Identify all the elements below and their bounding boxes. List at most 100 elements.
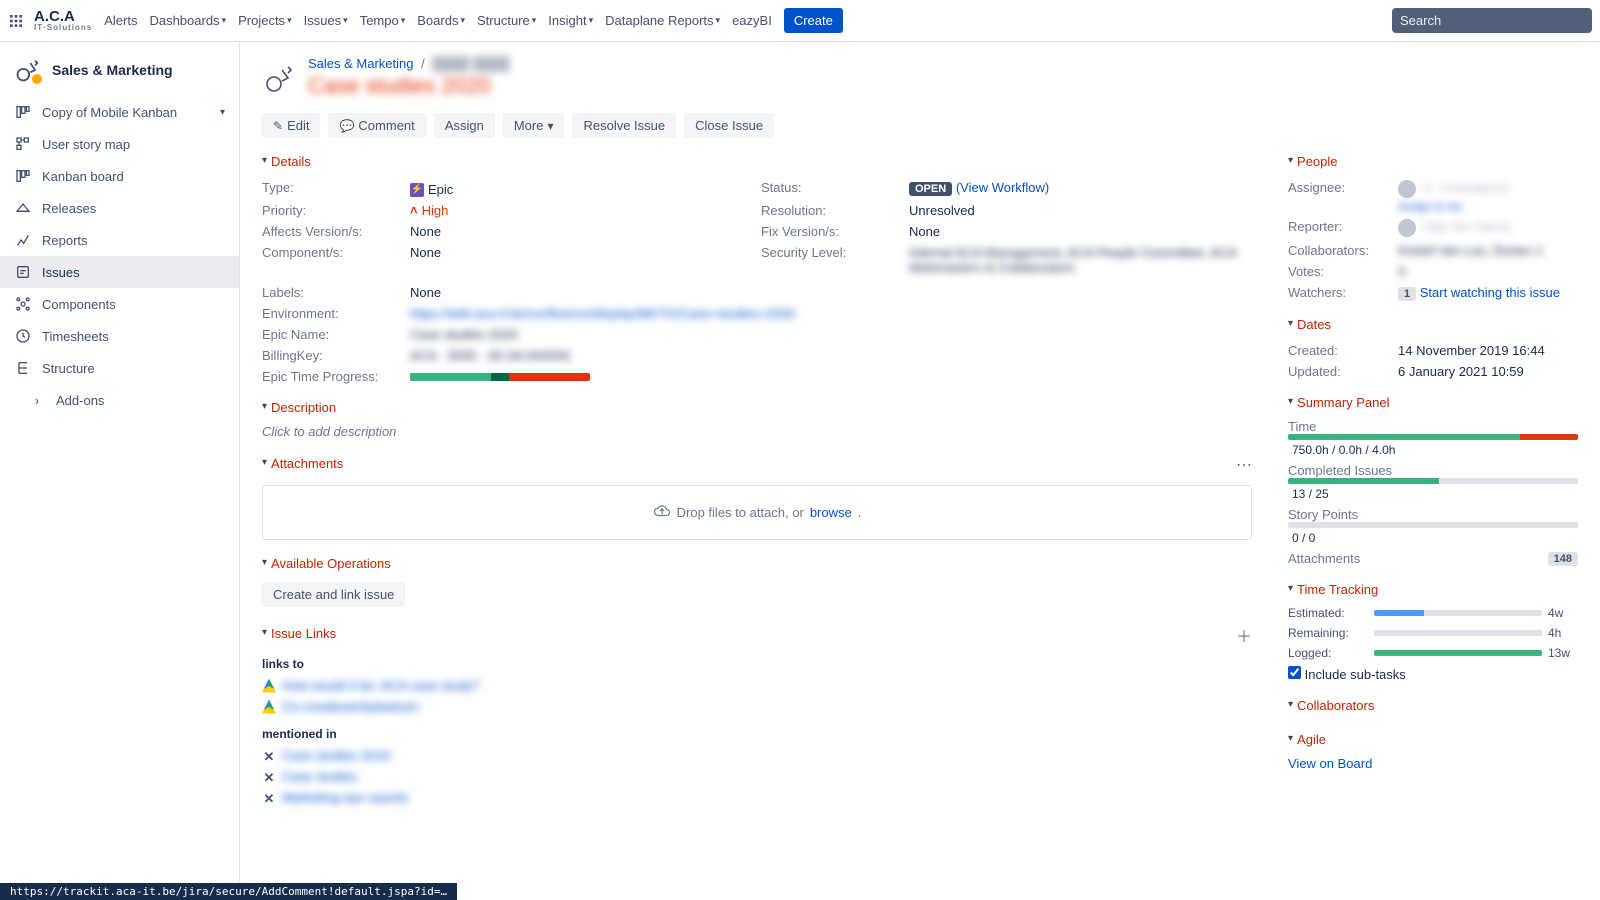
sidebar-item-timesheets[interactable]: Timesheets xyxy=(0,320,239,352)
nav-item-dataplane-reports[interactable]: Dataplane Reports▾ xyxy=(605,13,720,28)
collapse-icon: ▾ xyxy=(1288,318,1293,329)
value-affects: None xyxy=(410,224,753,239)
reports-icon xyxy=(14,231,32,249)
label-priority: Priority: xyxy=(262,203,402,218)
confluence-icon: ✕ xyxy=(262,749,276,763)
comment-icon: 💬 xyxy=(339,119,354,133)
value-epicname: Case studies 2020 xyxy=(410,327,1252,342)
panel-agile: ▾ Agile View on Board xyxy=(1288,732,1578,771)
sidebar-item-issues[interactable]: Issues xyxy=(0,256,239,288)
breadcrumb-key[interactable]: ████ ████ xyxy=(432,56,509,71)
user-story-map-icon xyxy=(14,135,32,153)
label-epicprogress: Epic Time Progress: xyxy=(262,369,402,384)
search-input[interactable] xyxy=(1392,8,1592,33)
value-watchers: 1 Start watching this issue xyxy=(1398,285,1578,301)
add-link-icon[interactable]: ＋ xyxy=(1236,623,1252,647)
sidebar-item-structure[interactable]: Structure xyxy=(0,352,239,384)
nav-items: Alerts Dashboards▾ Projects▾ Issues▾ Tempo▾ B… xyxy=(104,13,772,28)
collapse-icon: ▾ xyxy=(1288,583,1293,594)
watch-link[interactable]: Start watching this issue xyxy=(1420,285,1560,300)
close-button[interactable]: Close Issue xyxy=(684,113,774,138)
nav-item-tempo[interactable]: Tempo▾ xyxy=(360,13,406,28)
breadcrumb-project[interactable]: Sales & Marketing xyxy=(308,56,414,71)
attachments-dropzone[interactable]: Drop files to attach, or browse. xyxy=(262,485,1252,540)
section-header-available-ops[interactable]: ▾ Available Operations xyxy=(262,556,1252,574)
issue-content: Sales & Marketing / ████ ████ Case studi… xyxy=(240,42,1600,900)
description-placeholder[interactable]: Click to add description xyxy=(262,424,1252,439)
sidebar-item-kanban-board[interactable]: Kanban board xyxy=(0,160,239,192)
value-collaborators: Kristof Van Loo, Dorien J. xyxy=(1398,243,1578,258)
sidebar-item-reports[interactable]: Reports xyxy=(0,224,239,256)
section-header-timetracking[interactable]: ▾ Time Tracking xyxy=(1288,582,1578,600)
chevron-down-icon: ▾ xyxy=(343,15,348,26)
sidebar-item-label: Timesheets xyxy=(42,329,225,344)
value-remaining: 4h xyxy=(1548,626,1578,640)
value-epicprogress xyxy=(410,369,1252,384)
link-group-title: mentioned in xyxy=(262,727,1252,741)
section-attachments: ▾ Attachments ⋯ Drop files to at xyxy=(262,455,1252,540)
section-header-description[interactable]: ▾ Description xyxy=(262,400,1252,418)
nav-item-dashboards[interactable]: Dashboards▾ xyxy=(149,13,226,28)
label-collaborators: Collaborators: xyxy=(1288,243,1398,258)
section-header-people[interactable]: ▾ People xyxy=(1288,154,1578,172)
section-header-summary[interactable]: ▾ Summary Panel xyxy=(1288,395,1578,413)
nav-item-issues[interactable]: Issues▾ xyxy=(304,13,348,28)
label-assignee: Assignee: xyxy=(1288,180,1398,213)
label-votes: Votes: xyxy=(1288,264,1398,279)
nav-item-alerts[interactable]: Alerts xyxy=(104,13,137,28)
label-env: Environment: xyxy=(262,306,402,321)
value-completed: 13 / 25 xyxy=(1288,487,1578,501)
issue-link-row[interactable]: ✕Marketing-ops reports xyxy=(262,787,1252,808)
create-and-link-button[interactable]: Create and link issue xyxy=(262,582,405,607)
sidebar-item-components[interactable]: Components xyxy=(0,288,239,320)
sidebar-item-user-story-map[interactable]: User story map xyxy=(0,128,239,160)
create-button[interactable]: Create xyxy=(784,8,843,33)
link-text: How would it be: ACA case study? xyxy=(282,678,479,693)
sidebar-item-add-ons[interactable]: ›Add-ons xyxy=(0,384,239,416)
sidebar-item-releases[interactable]: Releases xyxy=(0,192,239,224)
resolve-button[interactable]: Resolve Issue xyxy=(572,113,676,138)
include-subtasks-checkbox[interactable]: Include sub-tasks xyxy=(1288,667,1406,682)
value-assignee[interactable]: U. Unassigned Assign to me xyxy=(1398,180,1578,213)
nav-item-boards[interactable]: Boards▾ xyxy=(417,13,465,28)
section-header-attachments[interactable]: ▾ Attachments xyxy=(262,456,343,474)
app-switcher-icon[interactable] xyxy=(4,9,28,33)
board-selector[interactable]: Copy of Mobile Kanban ▾ xyxy=(0,96,239,128)
nav-item-projects[interactable]: Projects▾ xyxy=(238,13,292,28)
attachments-menu-icon[interactable]: ⋯ xyxy=(1236,455,1252,475)
assign-button[interactable]: Assign xyxy=(434,113,495,138)
view-workflow-link[interactable]: (View Workflow) xyxy=(956,180,1049,195)
section-header-agile[interactable]: ▾ Agile xyxy=(1288,732,1578,750)
collapse-icon: ▾ xyxy=(262,401,267,412)
section-header-details[interactable]: ▾ Details xyxy=(262,154,1252,172)
more-button[interactable]: More ▾ xyxy=(503,113,565,138)
browse-link[interactable]: browse xyxy=(810,505,852,520)
section-header-collaborators[interactable]: ▾ Collaborators xyxy=(1288,698,1578,716)
nav-item-structure[interactable]: Structure▾ xyxy=(477,13,536,28)
breadcrumb[interactable]: Sales & Marketing / ████ ████ xyxy=(308,56,510,71)
edit-button[interactable]: ✎ Edit xyxy=(262,113,320,138)
comment-button[interactable]: 💬 Comment xyxy=(328,113,425,138)
value-priority: High xyxy=(410,203,753,218)
add-ons-icon: › xyxy=(28,391,46,409)
collapse-icon: ▾ xyxy=(1288,699,1293,710)
issue-link-row[interactable]: ✕Case studies 2019 xyxy=(262,745,1252,766)
project-header[interactable]: Sales & Marketing xyxy=(0,56,239,96)
value-env[interactable]: https://wiki.aca-it.be/confluence/displa… xyxy=(410,306,1252,321)
section-header-dates[interactable]: ▾ Dates xyxy=(1288,317,1578,335)
issue-link-row[interactable]: ✕Case studies xyxy=(262,766,1252,787)
nav-item-eazybi[interactable]: eazyBI xyxy=(732,13,772,28)
logo[interactable]: A.C.A IT·Solutions xyxy=(34,9,92,32)
issue-link-row[interactable]: How would it be: ACA case study? xyxy=(262,675,1252,696)
label-logged: Logged: xyxy=(1288,646,1368,660)
collapse-icon: ▾ xyxy=(262,557,267,568)
include-subtasks-input[interactable] xyxy=(1288,666,1301,679)
value-fixver: None xyxy=(909,224,1252,239)
label-completed: Completed Issues xyxy=(1288,463,1578,478)
issue-link-row[interactable]: Co-creatiewerkplaatsen xyxy=(262,696,1252,717)
link-text: Co-creatiewerkplaatsen xyxy=(282,699,419,714)
view-on-board-link[interactable]: View on Board xyxy=(1288,756,1372,771)
cloud-upload-icon xyxy=(653,502,671,523)
nav-item-insight[interactable]: Insight▾ xyxy=(548,13,593,28)
section-header-issue-links[interactable]: ▾ Issue Links xyxy=(262,626,336,644)
